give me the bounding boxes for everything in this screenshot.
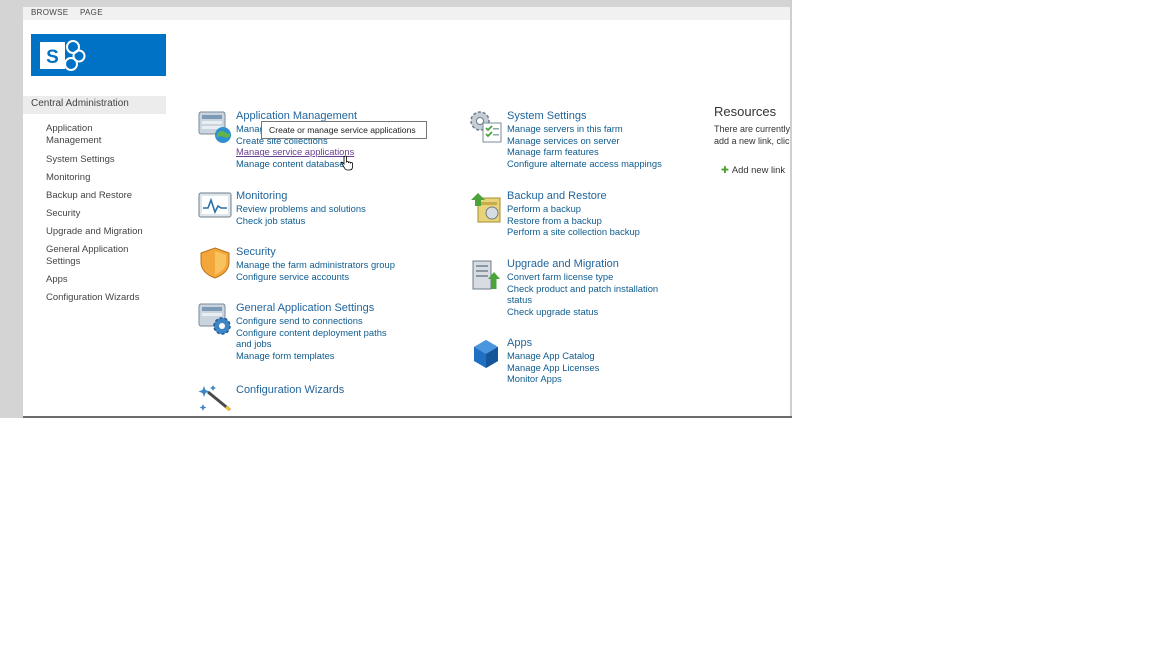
nav-application-management[interactable]: Application Management [23, 123, 166, 147]
link-manage-app-catalog[interactable]: Manage App Catalog [507, 350, 599, 362]
monitoring-title[interactable]: Monitoring [236, 190, 287, 202]
link-manage-servers[interactable]: Manage servers in this farm [507, 123, 662, 135]
system-settings-icon [470, 111, 502, 143]
backup-and-restore-icon [471, 193, 501, 223]
link-manage-form-templates[interactable]: Manage form templates [236, 350, 387, 362]
link-configure-service-accounts[interactable]: Configure service accounts [236, 271, 395, 283]
link-check-product-and-patch-installation[interactable]: Check product and patch installation [507, 283, 658, 295]
bottom-border [23, 416, 792, 418]
link-perform-site-collection-backup[interactable]: Perform a site collection backup [507, 226, 640, 238]
link-monitor-apps[interactable]: Monitor Apps [507, 373, 599, 385]
shield-icon [200, 247, 230, 279]
left-gutter [0, 0, 23, 418]
apps-icon [474, 340, 498, 368]
security-title[interactable]: Security [236, 246, 276, 258]
browser-viewport: BROWSE PAGE S Central Administration App… [0, 0, 792, 418]
link-check-product-and-patch-installation-cont[interactable]: status [507, 294, 658, 306]
link-review-problems-and-solutions[interactable]: Review problems and solutions [236, 203, 366, 215]
link-check-upgrade-status[interactable]: Check upgrade status [507, 306, 658, 318]
category-backup-and-restore: Backup and Restore Perform a backup Rest… [469, 190, 709, 240]
nav-system-settings[interactable]: System Settings [23, 154, 166, 166]
quick-launch: Central Administration Application Manag… [23, 96, 166, 304]
resources-title: Resources [714, 104, 777, 119]
category-general-application-settings: General Application Settings Configure s… [198, 302, 438, 362]
upgrade-and-migration-title[interactable]: Upgrade and Migration [507, 258, 619, 270]
link-perform-a-backup[interactable]: Perform a backup [507, 203, 640, 215]
apps-title[interactable]: Apps [507, 337, 532, 349]
link-manage-farm-features[interactable]: Manage farm features [507, 146, 662, 158]
category-application-management: Application Management Manage web applic… [198, 110, 438, 170]
tooltip: Create or manage service applications [261, 121, 427, 139]
application-management-icon [198, 111, 231, 143]
add-new-link[interactable]: ✚ Add new link [721, 164, 785, 176]
system-settings-title[interactable]: System Settings [507, 110, 586, 122]
category-system-settings: System Settings Manage servers in this f… [469, 110, 709, 170]
link-manage-app-licenses[interactable]: Manage App Licenses [507, 362, 599, 374]
sharepoint-logo-icon: S [40, 40, 86, 71]
monitoring-icon [198, 192, 232, 218]
link-convert-farm-license-type[interactable]: Convert farm license type [507, 271, 658, 283]
nav-backup-and-restore[interactable]: Backup and Restore [23, 190, 166, 202]
category-configuration-wizards: Configuration Wizards [198, 384, 438, 412]
resources-text-line-2: add a new link, click [714, 136, 792, 146]
upgrade-and-migration-icon [472, 260, 500, 290]
sharepoint-logo[interactable]: S [31, 34, 166, 76]
link-configure-send-to-connections[interactable]: Configure send to connections [236, 315, 387, 327]
backup-and-restore-title[interactable]: Backup and Restore [507, 190, 607, 202]
category-security: Security Manage the farm administrators … [198, 246, 438, 286]
tab-page[interactable]: PAGE [80, 8, 103, 17]
link-configure-alternate-access-mappings[interactable]: Configure alternate access mappings [507, 158, 662, 170]
category-monitoring: Monitoring Review problems and solutions… [198, 190, 438, 230]
resources-text: There are currently add a new link, clic… [714, 123, 792, 147]
resources-text-line-1: There are currently [714, 124, 791, 134]
ribbon-bar: BROWSE PAGE [23, 0, 790, 20]
tab-browse[interactable]: BROWSE [31, 8, 68, 17]
general-application-settings-title[interactable]: General Application Settings [236, 302, 374, 314]
nav-central-administration[interactable]: Central Administration [23, 96, 166, 114]
nav-security[interactable]: Security [23, 208, 166, 220]
category-apps: Apps Manage App Catalog Manage App Licen… [469, 337, 709, 387]
link-manage-service-applications[interactable]: Manage service applications [236, 146, 354, 158]
link-configure-content-deployment-paths[interactable]: Configure content deployment paths [236, 327, 387, 339]
add-new-link-label: Add new link [731, 164, 786, 175]
configuration-wizards-title[interactable]: Configuration Wizards [236, 384, 344, 396]
category-upgrade-and-migration: Upgrade and Migration Convert farm licen… [469, 258, 709, 318]
nav-upgrade-and-migration[interactable]: Upgrade and Migration [23, 226, 166, 238]
right-edge [790, 0, 792, 418]
plus-icon: ✚ [721, 164, 729, 175]
link-manage-farm-administrators-group[interactable]: Manage the farm administrators group [236, 259, 395, 271]
link-manage-content-databases[interactable]: Manage content databases [236, 158, 354, 170]
nav-monitoring[interactable]: Monitoring [23, 172, 166, 184]
nav-general-application-settings[interactable]: General Application Settings [23, 244, 166, 268]
link-check-job-status[interactable]: Check job status [236, 215, 366, 227]
hand-cursor-icon [341, 155, 353, 171]
nav-apps[interactable]: Apps [23, 274, 166, 286]
magic-wand-icon [198, 385, 231, 412]
general-application-settings-icon [198, 303, 231, 335]
link-configure-content-deployment-paths-cont[interactable]: and jobs [236, 338, 387, 350]
nav-configuration-wizards[interactable]: Configuration Wizards [23, 292, 166, 304]
link-manage-services-on-server[interactable]: Manage services on server [507, 135, 662, 147]
link-restore-from-a-backup[interactable]: Restore from a backup [507, 215, 640, 227]
logo-letter: S [46, 47, 59, 68]
